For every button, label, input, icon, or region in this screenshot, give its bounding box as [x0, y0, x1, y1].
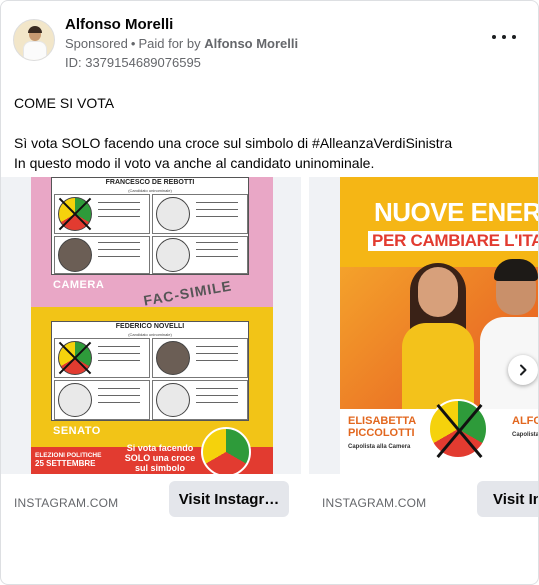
sponsored-label: Sponsored: [65, 36, 128, 51]
impegno-civico-logo: [156, 341, 190, 375]
post-header: Alfonso Morelli Sponsored • Paid for by Al…: [13, 13, 526, 73]
link-domain: INSTAGRAM.COM: [322, 496, 427, 510]
carousel-card[interactable]: NUOVE ENERGIE PER CAMBIARE L'ITALIA ELIS…: [309, 177, 539, 534]
avatar[interactable]: [13, 19, 55, 61]
camera-label: CAMERA: [53, 279, 105, 291]
carousel-image[interactable]: FRANCESCO DE REBOTTI (Candidato uninomin…: [1, 177, 301, 474]
candidate-2: ALFO MOR Capolista: [512, 415, 539, 438]
elections-date: ELEZIONI POLITICHE 25 SETTEMBRE: [35, 452, 102, 468]
post-text-line: In questo modo il voto va anche al candi…: [14, 155, 375, 171]
ballot-subtitle: (Candidato uninominale): [128, 332, 172, 337]
poster-headline: NUOVE ENERGIE: [374, 197, 538, 227]
carousel-image[interactable]: NUOVE ENERGIE PER CAMBIARE L'ITALIA ELIS…: [309, 177, 539, 474]
pd-logo: [58, 383, 92, 417]
post-text-line: COME SI VOTA: [14, 95, 115, 111]
paid-for-prefix: Paid for by: [138, 36, 201, 51]
avs-logo-crossed: [428, 399, 488, 459]
link-domain: INSTAGRAM.COM: [14, 496, 119, 510]
image-carousel: FRANCESCO DE REBOTTI (Candidato uninomin…: [1, 177, 539, 537]
carousel-card-footer: INSTAGRAM.COM Visit Instagr…: [1, 474, 301, 534]
vote-cross-mark: [55, 194, 95, 234]
campaign-poster: NUOVE ENERGIE PER CAMBIARE L'ITALIA ELIS…: [340, 177, 539, 474]
senato-label: SENATO: [53, 425, 101, 437]
ballot-senato: FEDERICO NOVELLI (Candidato uninominale): [51, 321, 249, 421]
carousel-card[interactable]: FRANCESCO DE REBOTTI (Candidato uninomin…: [1, 177, 301, 534]
author-name[interactable]: Alfonso Morelli: [65, 16, 173, 33]
chevron-right-icon[interactable]: [508, 355, 538, 385]
post-text-line: Sì vota SOLO facendo una croce sul simbo…: [14, 135, 453, 151]
impegno-civico-logo: [58, 238, 92, 272]
more-options-icon[interactable]: [492, 31, 516, 43]
candidate-1: ELISABETTA PICCOLOTTI Capolista alla Cam…: [348, 415, 416, 450]
visit-instagram-button[interactable]: Visit Instagr…: [169, 481, 289, 517]
vote-cross-mark: [55, 338, 95, 378]
ballot-camera: FRANCESCO DE REBOTTI (Candidato uninomin…: [51, 177, 249, 275]
sponsored-post-card: Alfonso Morelli Sponsored • Paid for by Al…: [0, 0, 539, 585]
ballot-illustration: FRANCESCO DE REBOTTI (Candidato uninomin…: [31, 177, 273, 474]
europa-logo: [156, 383, 190, 417]
avs-big-logo: [201, 427, 251, 474]
candidate-photo-man: [480, 259, 538, 429]
ad-id: ID: 337915468907659​5: [65, 55, 201, 70]
poster-subheadline: PER CAMBIARE L'ITALIA: [368, 231, 538, 251]
post-text: COME SI VOTA Sì vota SOLO facendo una cr…: [14, 93, 526, 173]
vote-instruction: Si vota facendo SOLO una croce sul simbo…: [124, 443, 196, 473]
visit-instagram-button[interactable]: Visit Ins: [477, 481, 538, 517]
carousel-card-footer: INSTAGRAM.COM Visit Ins: [309, 474, 538, 534]
pd-logo: [156, 238, 190, 272]
ballot-subtitle: (Candidato uninominale): [128, 188, 172, 193]
paid-for-name[interactable]: Alfonso Morelli: [204, 36, 298, 51]
sponsored-meta: Sponsored • Paid for by Alfonso Morelli: [65, 36, 299, 51]
ballot-candidate-name: FRANCESCO DE REBOTTI: [105, 179, 195, 186]
europa-logo: [156, 197, 190, 231]
ballot-candidate-name: FEDERICO NOVELLI: [115, 323, 185, 330]
